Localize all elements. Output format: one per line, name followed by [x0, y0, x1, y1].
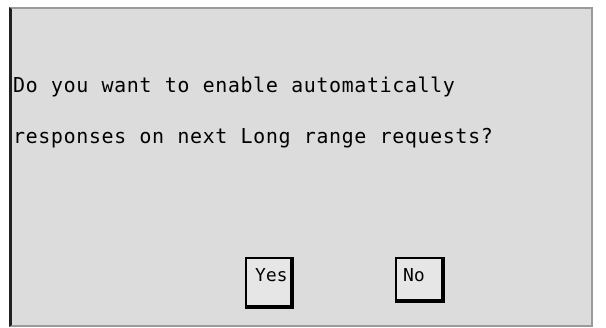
yes-button[interactable]: Yes — [245, 257, 294, 309]
dialog-screen: Do you want to enable automatically resp… — [9, 7, 593, 327]
dialog-question: Do you want to enable automatically resp… — [13, 43, 493, 179]
no-button[interactable]: No — [395, 257, 445, 303]
yes-button-label: Yes — [255, 265, 288, 286]
question-line-1: Do you want to enable automatically — [13, 73, 456, 97]
no-button-label: No — [403, 265, 425, 286]
question-line-2: responses on next Long range requests? — [13, 124, 494, 148]
